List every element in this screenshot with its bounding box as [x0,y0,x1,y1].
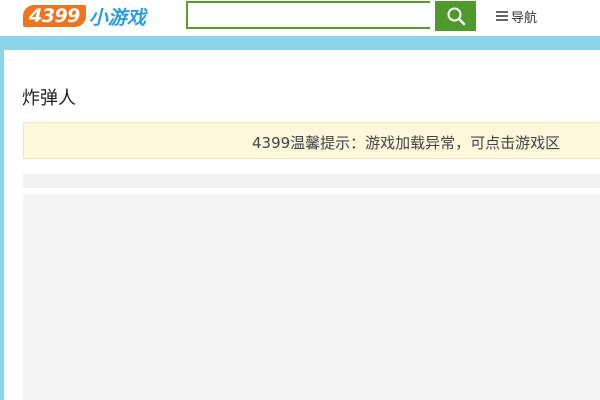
site-logo[interactable]: 4399 小游戏 [23,4,146,29]
game-toolbar [23,174,600,188]
main-panel: 炸弹人 4399温馨提示：游戏加载异常，可点击游戏区 [4,50,600,400]
logo-text: 小游戏 [88,6,146,29]
header-divider-strip [0,36,600,50]
game-area[interactable] [23,194,600,400]
nav-menu-button[interactable]: 导航 [496,7,538,26]
menu-icon [496,11,508,21]
search-icon [447,7,465,26]
nav-label: 导航 [511,10,538,26]
search-button[interactable] [435,1,476,31]
search-input[interactable] [186,1,430,29]
notice-banner: 4399温馨提示：游戏加载异常，可点击游戏区 [23,122,600,159]
page-title: 炸弹人 [22,88,76,109]
logo-number: 4399 [23,5,86,27]
site-header: 4399 小游戏 导航 [0,0,600,36]
notice-text[interactable]: 4399温馨提示：游戏加载异常，可点击游戏区 [252,132,560,153]
